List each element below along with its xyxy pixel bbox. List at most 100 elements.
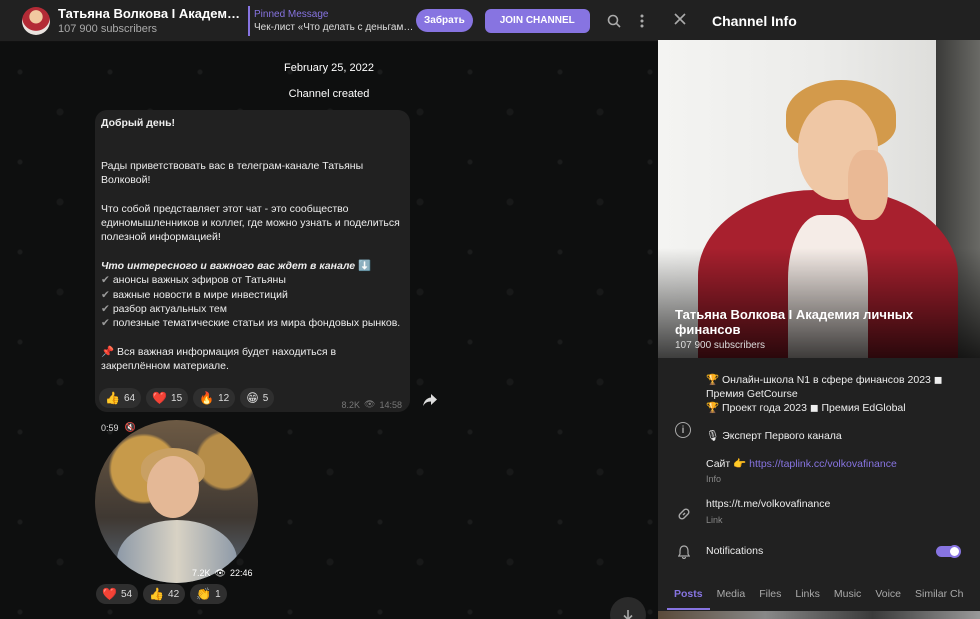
notifications-toggle[interactable] bbox=[936, 545, 961, 558]
message-p4: Вся важная информация будет находиться в… bbox=[101, 345, 337, 373]
date-separator: February 25, 2022 bbox=[284, 62, 374, 74]
reaction-grin[interactable]: 😁 5 bbox=[240, 388, 275, 408]
channel-title: Татьяна Волкова I Академия л... bbox=[58, 6, 244, 21]
reaction-count: 54 bbox=[120, 588, 133, 600]
message-item: анонсы важных эфиров от Татьяны bbox=[112, 274, 286, 287]
message-text: Добрый день! Рады приветствовать вас в т… bbox=[101, 116, 404, 373]
reaction-count: 64 bbox=[123, 392, 136, 404]
cover-subscribers: 107 900 subscribers bbox=[675, 340, 766, 351]
reaction-fire[interactable]: 🔥 12 bbox=[193, 388, 236, 408]
heart-icon: ❤️ bbox=[102, 587, 117, 601]
info-label: Info bbox=[706, 474, 722, 484]
video-meta: 7.2K 👁 22:46 bbox=[192, 568, 252, 579]
search-icon[interactable] bbox=[604, 11, 624, 31]
message-item: разбор актуальных тем bbox=[112, 302, 227, 315]
check-icon: ✔ bbox=[101, 302, 110, 315]
more-vertical-icon[interactable] bbox=[632, 11, 652, 31]
channel-cover-photo[interactable]: Татьяна Волкова I Академия личных финанс… bbox=[658, 40, 980, 358]
video-time: 22:46 bbox=[229, 568, 253, 578]
tab-posts[interactable]: Posts bbox=[667, 580, 710, 610]
message-p1: Рады приветствовать вас в телеграм-канал… bbox=[101, 159, 364, 187]
channel-avatar[interactable] bbox=[22, 6, 50, 35]
video-message[interactable] bbox=[95, 420, 258, 583]
reaction-clap[interactable]: 👏 1 bbox=[190, 584, 227, 604]
eye-icon: 👁 bbox=[214, 568, 226, 578]
info-line: 🎙 Эксперт Первого канала bbox=[706, 430, 842, 442]
info-site-label: Сайт 👉 bbox=[706, 458, 747, 470]
reaction-count: 12 bbox=[218, 392, 230, 404]
panel-title: Channel Info bbox=[712, 13, 797, 29]
video-duration-bar: 0:59 🔇 bbox=[101, 422, 136, 433]
channel-info-panel: Channel Info Татьяна Волкова I Академия … bbox=[658, 0, 980, 619]
grin-icon: 😁 bbox=[246, 391, 259, 405]
message-item: полезные тематические статьи из мира фон… bbox=[112, 317, 401, 330]
reaction-count: 42 bbox=[168, 588, 180, 600]
video-person-face bbox=[147, 456, 199, 518]
chat-header: Татьяна Волкова I Академия л... 107 900 … bbox=[0, 0, 658, 42]
link-icon bbox=[676, 506, 692, 522]
tab-links[interactable]: Links bbox=[788, 580, 827, 610]
close-icon[interactable] bbox=[674, 12, 692, 30]
check-icon: ✔ bbox=[101, 274, 110, 287]
bell-icon bbox=[676, 544, 692, 560]
pin-icon: 📌 bbox=[101, 345, 115, 358]
media-preview-strip bbox=[658, 611, 980, 619]
video-duration: 0:59 bbox=[101, 422, 119, 433]
message-item: важные новости в мире инвестиций bbox=[112, 288, 288, 301]
message-bubble[interactable]: Добрый день! Рады приветствовать вас в т… bbox=[95, 110, 410, 412]
notifications-label: Notifications bbox=[706, 545, 764, 557]
site-link[interactable]: https://taplink.cc/volkovafinance bbox=[749, 458, 897, 470]
thumbs-up-icon: 👍 bbox=[149, 587, 165, 601]
check-icon: ✔ bbox=[101, 317, 110, 330]
reaction-thumbs-up[interactable]: 👍 64 bbox=[99, 388, 142, 408]
channel-subscribers: 107 900 subscribers bbox=[58, 23, 158, 35]
tab-similar-channels[interactable]: Similar Ch bbox=[908, 580, 970, 610]
tab-voice[interactable]: Voice bbox=[868, 580, 908, 610]
info-line: 🏆 Проект года 2023 ◼ Премия EdGlobal bbox=[706, 402, 906, 414]
check-icon: ✔ bbox=[101, 288, 110, 301]
channel-description[interactable]: 🏆 Онлайн-школа N1 в сфере финансов 2023 … bbox=[706, 373, 970, 471]
video-views: 7.2K bbox=[192, 568, 211, 578]
channel-title-block[interactable]: Татьяна Волкова I Академия л... 107 900 … bbox=[58, 6, 244, 35]
chat-area[interactable]: February 25, 2022 Channel created Добрый… bbox=[0, 42, 658, 619]
fire-icon: 🔥 bbox=[199, 391, 215, 405]
tab-media[interactable]: Media bbox=[710, 580, 753, 610]
clap-icon: 👏 bbox=[196, 587, 212, 601]
scroll-down-icon[interactable] bbox=[610, 597, 646, 619]
message-p3-title: Что интересного и важного вас ждет в кан… bbox=[101, 259, 356, 272]
join-channel-button[interactable]: JOIN CHANNEL bbox=[484, 8, 590, 33]
muted-icon[interactable]: 🔇 bbox=[125, 422, 136, 433]
eye-icon: 👁 bbox=[364, 399, 376, 409]
info-icon: i bbox=[675, 422, 691, 438]
share-icon[interactable] bbox=[420, 390, 440, 410]
channel-link[interactable]: https://t.me/volkovafinance bbox=[706, 498, 830, 510]
message-views: 8.2K bbox=[341, 399, 361, 410]
reaction-count: 1 bbox=[215, 588, 221, 600]
reaction-heart[interactable]: ❤️ 54 bbox=[96, 584, 139, 604]
thumbs-up-icon: 👍 bbox=[105, 391, 120, 405]
info-line: 🏆 Онлайн-школа N1 в сфере финансов 2023 … bbox=[706, 374, 943, 400]
panel-header: Channel Info bbox=[658, 0, 980, 42]
pinned-text: Чек-лист «Что делать с деньгами в... bbox=[254, 21, 416, 33]
message-p2: Что собой представляет этот чат - это со… bbox=[101, 202, 400, 244]
message-greeting: Добрый день! bbox=[101, 117, 176, 129]
cover-person-hand bbox=[848, 150, 888, 220]
tab-music[interactable]: Music bbox=[827, 580, 868, 610]
message-time: 14:58 bbox=[379, 399, 402, 410]
message-meta: 8.2K 👁 14:58 bbox=[342, 399, 402, 410]
take-button[interactable]: Забрать bbox=[416, 9, 473, 32]
pinned-title: Pinned Message bbox=[254, 8, 329, 20]
reaction-heart[interactable]: ❤️ 15 bbox=[146, 388, 189, 408]
reaction-count: 5 bbox=[262, 392, 269, 404]
channel-created-notice: Channel created bbox=[288, 88, 370, 100]
pinned-message[interactable]: Pinned Message Чек-лист «Что делать с де… bbox=[248, 5, 416, 36]
reaction-count: 15 bbox=[171, 392, 183, 404]
cover-channel-name: Татьяна Волкова I Академия личных финанс… bbox=[675, 307, 914, 337]
toggle-knob bbox=[948, 545, 961, 558]
video-reactions: ❤️ 54 👍 42 👏 1 bbox=[96, 584, 227, 604]
reaction-thumbs-up[interactable]: 👍 42 bbox=[143, 584, 186, 604]
link-label: Link bbox=[706, 515, 723, 525]
heart-icon: ❤️ bbox=[152, 391, 168, 405]
down-arrow-emoji: ⬇️ bbox=[358, 259, 372, 272]
tab-files[interactable]: Files bbox=[752, 580, 788, 610]
